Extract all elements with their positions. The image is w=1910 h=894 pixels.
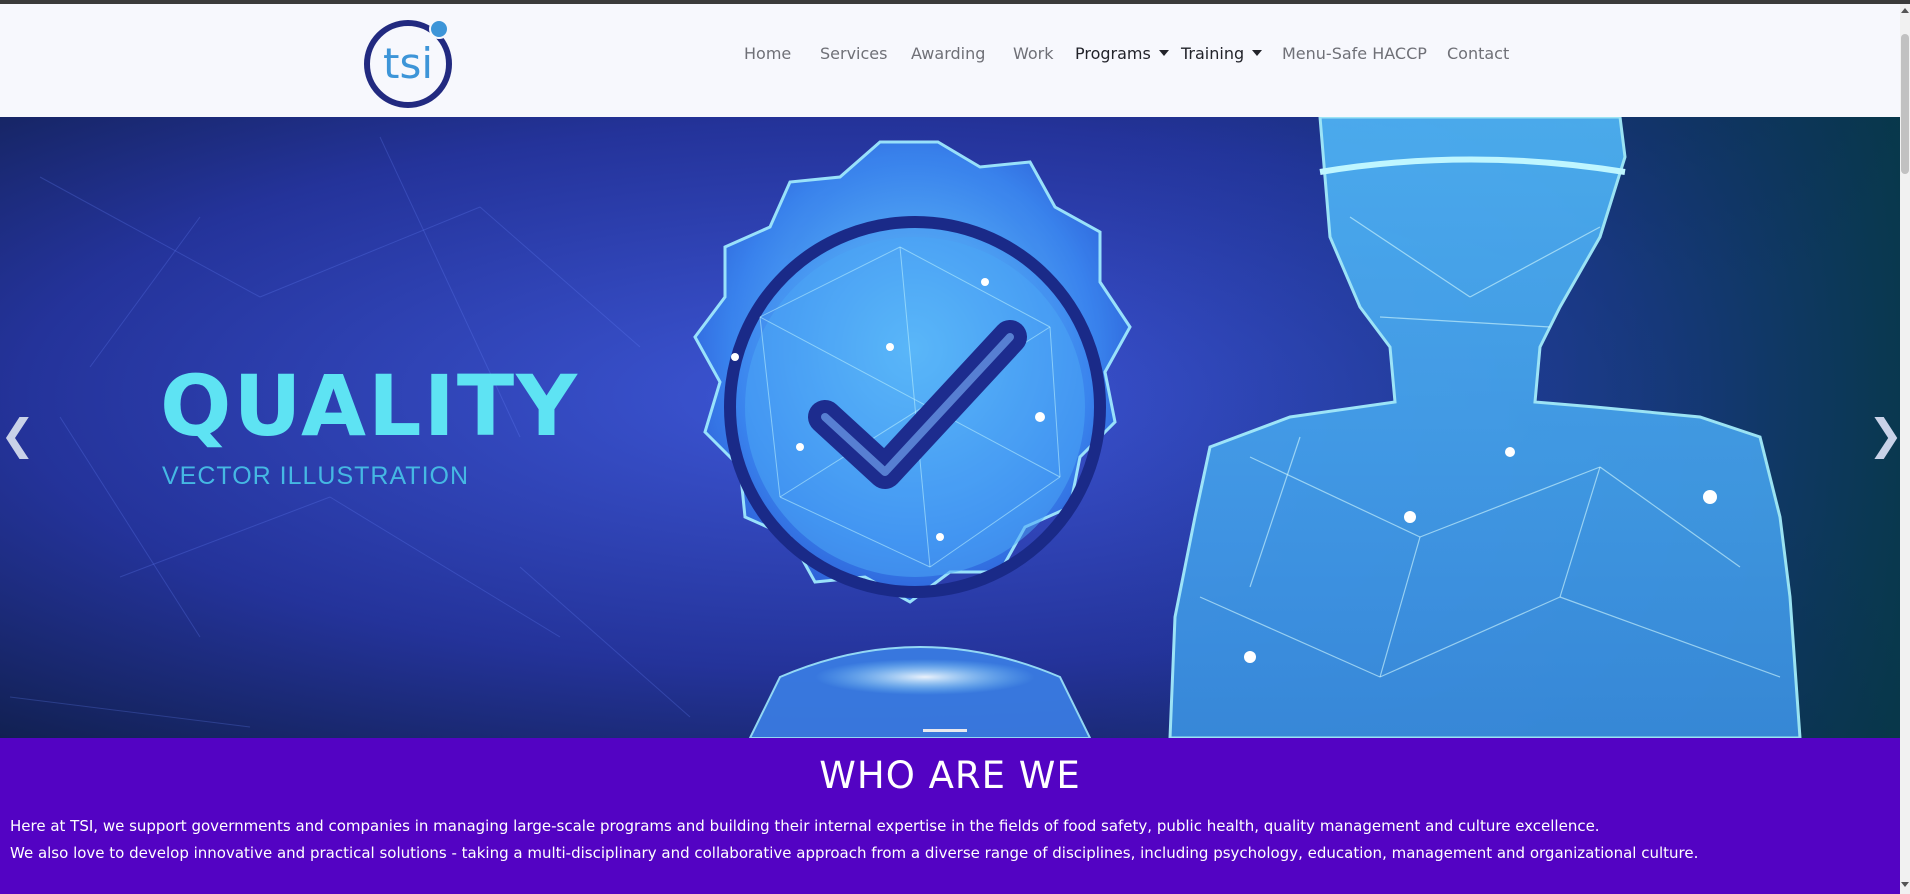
nav-programs-label: Programs bbox=[1075, 44, 1151, 63]
caret-down-icon bbox=[1158, 49, 1169, 56]
nav-contact[interactable]: Contact bbox=[1447, 44, 1509, 63]
caret-down-icon bbox=[1252, 49, 1263, 56]
hero-carousel: QUALITY VECTOR ILLUSTRATION ❮ ❯ bbox=[0, 117, 1900, 738]
nav-services[interactable]: Services bbox=[820, 44, 887, 63]
nav-training-dropdown[interactable]: Training bbox=[1181, 44, 1263, 63]
hero-subtitle: VECTOR ILLUSTRATION bbox=[162, 462, 470, 490]
nav-work[interactable]: Work bbox=[1013, 44, 1054, 63]
scrollbar-thumb[interactable] bbox=[1901, 34, 1909, 174]
site-header: tsi Home Services Awarding Work Programs… bbox=[0, 4, 1900, 117]
scroll-up-arrow-icon[interactable] bbox=[1901, 8, 1909, 13]
about-paragraph-2: We also love to develop innovative and p… bbox=[10, 844, 1699, 862]
who-are-we-section: WHO ARE WE Here at TSI, we support gover… bbox=[0, 738, 1900, 894]
nav-menu-safe-haccp[interactable]: Menu-Safe HACCP bbox=[1282, 44, 1427, 63]
about-paragraph-1: Here at TSI, we support governments and … bbox=[10, 817, 1600, 835]
nav-training-label: Training bbox=[1181, 44, 1245, 63]
carousel-prev-arrow-icon[interactable]: ❮ bbox=[0, 414, 35, 456]
nav-awarding[interactable]: Awarding bbox=[911, 44, 985, 63]
hero-title: QUALITY bbox=[160, 357, 579, 455]
nav-programs-dropdown[interactable]: Programs bbox=[1075, 44, 1169, 63]
scroll-down-arrow-icon[interactable] bbox=[1901, 882, 1909, 887]
nav-home[interactable]: Home bbox=[744, 44, 791, 63]
carousel-indicator-active[interactable] bbox=[923, 729, 967, 732]
carousel-next-arrow-icon[interactable]: ❯ bbox=[1868, 414, 1900, 456]
section-heading: WHO ARE WE bbox=[819, 754, 1081, 797]
main-navigation: Home Services Awarding Work Programs Tra… bbox=[0, 4, 1900, 117]
page-scrollbar[interactable] bbox=[1900, 4, 1910, 894]
